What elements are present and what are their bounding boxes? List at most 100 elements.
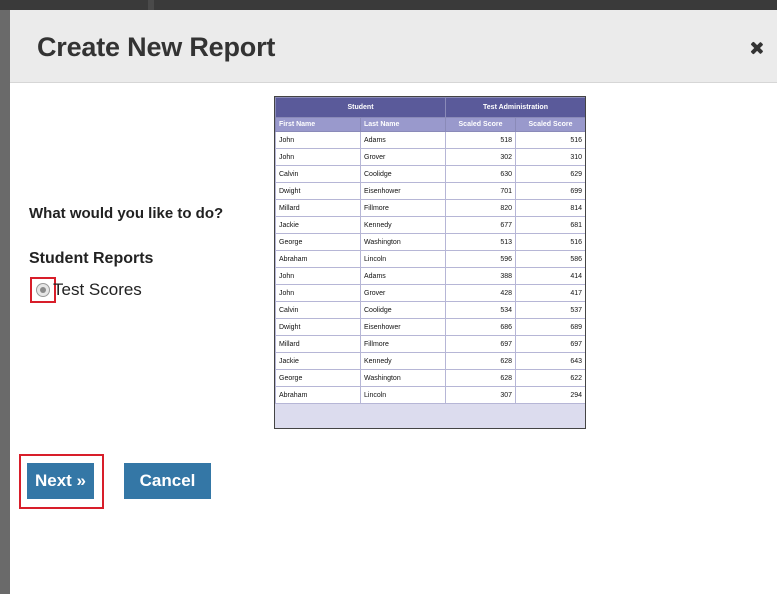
table-cell: Adams bbox=[360, 267, 446, 285]
table-row: John Grover 428 417 bbox=[275, 284, 585, 302]
table-row: Jackie Kennedy 677 681 bbox=[275, 216, 585, 234]
table-row: Millard Fillmore 820 814 bbox=[275, 199, 585, 217]
table-cell: Millard bbox=[275, 199, 361, 217]
table-cell: 628 bbox=[445, 352, 516, 370]
table-cell: 586 bbox=[514, 250, 585, 268]
table-row: George Washington 513 516 bbox=[275, 233, 585, 251]
test-scores-radio[interactable] bbox=[36, 283, 50, 297]
table-cell: John bbox=[275, 131, 361, 149]
table-cell: 388 bbox=[445, 267, 516, 285]
table-cell: 307 bbox=[445, 386, 516, 404]
table-cell: Jackie bbox=[275, 216, 361, 234]
radio-selected-dot bbox=[40, 287, 46, 293]
cancel-button[interactable]: Cancel bbox=[124, 463, 211, 499]
table-cell: 516 bbox=[514, 233, 585, 251]
table-cell: 414 bbox=[514, 267, 585, 285]
table-cell: 820 bbox=[445, 199, 516, 217]
table-row: John Adams 518 516 bbox=[275, 131, 585, 149]
table-row: Millard Fillmore 697 697 bbox=[275, 335, 585, 353]
column-header-scaled-score-2: Scaled Score bbox=[514, 117, 585, 132]
table-cell: Lincoln bbox=[360, 386, 446, 404]
table-cell: 697 bbox=[514, 335, 585, 353]
table-row: Calvin Coolidge 534 537 bbox=[275, 301, 585, 319]
table-row: Dwight Eisenhower 701 699 bbox=[275, 182, 585, 200]
table-cell: 428 bbox=[445, 284, 516, 302]
report-preview-table: Student Test Administration First Name L… bbox=[275, 97, 585, 427]
table-row: Dwight Eisenhower 686 689 bbox=[275, 318, 585, 336]
table-cell: Abraham bbox=[275, 386, 361, 404]
table-row: George Washington 628 622 bbox=[275, 369, 585, 387]
table-cell: 686 bbox=[445, 318, 516, 336]
table-row: Calvin Coolidge 630 629 bbox=[275, 165, 585, 183]
table-cell: 814 bbox=[514, 199, 585, 217]
table-cell: 537 bbox=[514, 301, 585, 319]
table-footer-row bbox=[275, 403, 585, 427]
column-header-first-name: First Name bbox=[275, 117, 361, 132]
table-cell: Kennedy bbox=[360, 352, 446, 370]
table-cell: 417 bbox=[514, 284, 585, 302]
table-row: Abraham Lincoln 307 294 bbox=[275, 386, 585, 404]
table-cell: George bbox=[275, 233, 361, 251]
table-cell: Dwight bbox=[275, 318, 361, 336]
table-cell: 534 bbox=[445, 301, 516, 319]
table-cell: 689 bbox=[514, 318, 585, 336]
table-cell: Dwight bbox=[275, 182, 361, 200]
table-cell: Millard bbox=[275, 335, 361, 353]
table-footer bbox=[275, 403, 585, 427]
table-row: John Grover 302 310 bbox=[275, 148, 585, 166]
create-report-dialog: Create New Report What would you like to… bbox=[10, 10, 777, 594]
table-cell: 294 bbox=[514, 386, 585, 404]
table-cell: John bbox=[275, 284, 361, 302]
table-cell: Jackie bbox=[275, 352, 361, 370]
table-cell: Fillmore bbox=[360, 199, 446, 217]
table-cell: Fillmore bbox=[360, 335, 446, 353]
table-row: Jackie Kennedy 628 643 bbox=[275, 352, 585, 370]
table-cell: 630 bbox=[445, 165, 516, 183]
table-cell: 516 bbox=[514, 131, 585, 149]
table-cell: John bbox=[275, 148, 361, 166]
table-cell: 302 bbox=[445, 148, 516, 166]
background-left-edge bbox=[0, 10, 10, 594]
table-cell: Eisenhower bbox=[360, 318, 446, 336]
table-cell: 518 bbox=[445, 131, 516, 149]
table-cell: 513 bbox=[445, 233, 516, 251]
table-cell: John bbox=[275, 267, 361, 285]
table-cell: Eisenhower bbox=[360, 182, 446, 200]
table-cell: 628 bbox=[445, 369, 516, 387]
table-cell: 622 bbox=[514, 369, 585, 387]
dialog-header: Create New Report bbox=[10, 10, 777, 83]
table-cell: 699 bbox=[514, 182, 585, 200]
background-top-bar bbox=[0, 0, 777, 10]
table-cell: 677 bbox=[445, 216, 516, 234]
table-row: Abraham Lincoln 596 586 bbox=[275, 250, 585, 268]
column-header-last-name: Last Name bbox=[360, 117, 446, 132]
table-cell: 596 bbox=[445, 250, 516, 268]
question-label: What would you like to do? bbox=[29, 205, 224, 222]
group-header-student: Student bbox=[275, 97, 446, 118]
next-button[interactable]: Next » bbox=[27, 463, 94, 499]
table-cell: Abraham bbox=[275, 250, 361, 268]
close-icon[interactable] bbox=[749, 40, 765, 56]
table-cell: Calvin bbox=[275, 165, 361, 183]
table-cell: Coolidge bbox=[360, 165, 446, 183]
report-preview-image: Student Test Administration First Name L… bbox=[274, 96, 586, 429]
table-cell: George bbox=[275, 369, 361, 387]
test-scores-label[interactable]: Test Scores bbox=[53, 280, 142, 300]
table-cell: Washington bbox=[360, 369, 446, 387]
table-cell: 629 bbox=[514, 165, 585, 183]
group-header-test-administration: Test Administration bbox=[444, 97, 585, 118]
table-cell: Grover bbox=[360, 148, 446, 166]
table-cell: Coolidge bbox=[360, 301, 446, 319]
table-cell: Grover bbox=[360, 284, 446, 302]
preview-table-body: John Adams 518 516 John Grover 302 310 Calvin Coo… bbox=[275, 131, 585, 427]
table-cell: 697 bbox=[445, 335, 516, 353]
table-cell: Calvin bbox=[275, 301, 361, 319]
table-cell: Lincoln bbox=[360, 250, 446, 268]
table-cell: 643 bbox=[514, 352, 585, 370]
dialog-title: Create New Report bbox=[37, 32, 276, 62]
column-header-scaled-score: Scaled Score bbox=[445, 117, 516, 132]
table-cell: 701 bbox=[445, 182, 516, 200]
table-cell: Kennedy bbox=[360, 216, 446, 234]
background-divider bbox=[148, 0, 154, 10]
table-cell: Washington bbox=[360, 233, 446, 251]
